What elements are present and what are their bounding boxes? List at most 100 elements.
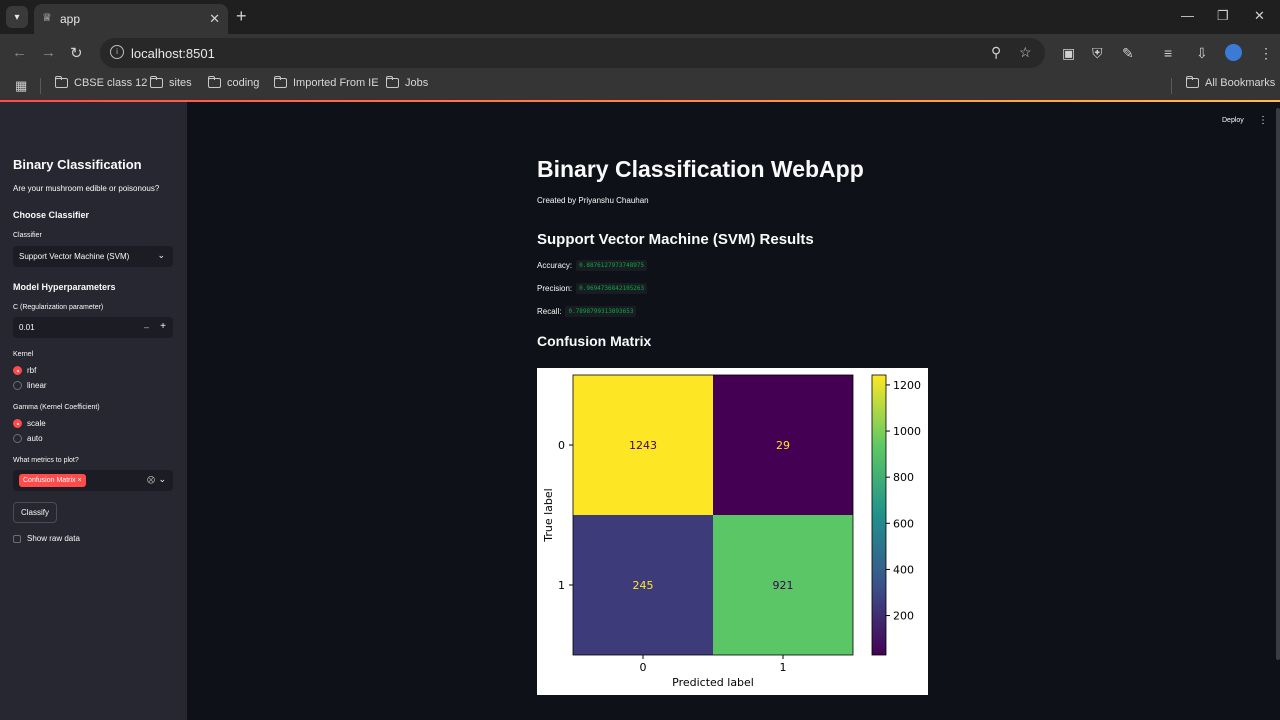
gamma-option-auto[interactable]: auto (13, 434, 43, 443)
increment-button[interactable]: + (160, 321, 166, 332)
bookmark-separator (40, 78, 41, 94)
radio-icon (13, 434, 22, 443)
address-bar[interactable]: i localhost:8501 ⚲ ☆ (100, 38, 1045, 68)
bookmark-imported[interactable]: Imported From IE (274, 76, 379, 89)
minimize-icon[interactable]: — (1181, 8, 1194, 23)
recall-value: 0.7898799313893653 (565, 306, 637, 317)
clear-icon[interactable]: ⨂ (147, 475, 155, 484)
y-axis-label: True label (542, 488, 555, 542)
confusion-matrix-svg: 1243 29 245 921 0 1 0 1 Predicted label True labe… (542, 374, 921, 689)
x-tick-label: 1 (780, 661, 787, 674)
cell-value-label: 29 (776, 439, 790, 452)
colorbar-tick-label: 400 (893, 563, 914, 576)
apps-grid-icon[interactable]: ▦ (15, 78, 27, 94)
gamma-label: Gamma (Kernel Coefficient) (13, 404, 100, 411)
cell-value-label: 921 (773, 579, 794, 592)
metrics-multiselect[interactable]: Confusion Matrix × ⨂ ⌄ (13, 470, 173, 491)
site-info-icon[interactable]: i (110, 45, 124, 59)
bookmark-jobs[interactable]: Jobs (386, 76, 428, 89)
chevron-down-icon[interactable]: ⌄ (158, 474, 166, 485)
extensions-icon[interactable]: ✎ (1122, 45, 1134, 62)
browser-toolbar: ← → ↻ i localhost:8501 ⚲ ☆ ▣ ⛨ ✎ ≡ ⇩ ⋮ (0, 34, 1280, 72)
close-window-icon[interactable]: ✕ (1254, 8, 1265, 24)
precision-metric: Precision: 0.9694736842105263 (537, 283, 648, 294)
bookmark-sites[interactable]: sites (150, 76, 192, 89)
c-param-input[interactable]: 0.01 – + (13, 317, 173, 338)
classifier-value: Support Vector Machine (SVM) (19, 252, 130, 261)
y-tick-label: 0 (558, 439, 565, 452)
gamma-option-scale[interactable]: scale (13, 419, 46, 428)
url-text: localhost:8501 (131, 46, 215, 61)
folder-icon (274, 76, 287, 88)
checkbox-icon (13, 534, 21, 543)
close-tab-icon[interactable]: ✕ (209, 11, 220, 27)
new-tab-icon[interactable]: + (236, 6, 247, 27)
confusion-matrix-heading: Confusion Matrix (537, 333, 652, 349)
page-title: Binary Classification WebApp (537, 156, 864, 182)
sidebar: Binary Classification Are your mushroom … (0, 102, 187, 720)
recall-metric: Recall: 0.7898799313893653 (537, 306, 637, 317)
back-icon[interactable]: ← (12, 44, 27, 61)
radio-selected-icon (13, 366, 22, 375)
colorbar-tick-label: 800 (893, 471, 914, 484)
folder-icon (208, 76, 221, 88)
main-menu-icon[interactable]: ⋮ (1258, 115, 1268, 126)
cell-value-label: 1243 (629, 439, 657, 452)
c-param-label: C (Regularization parameter) (13, 304, 104, 311)
radio-icon (13, 381, 22, 390)
x-axis-label: Predicted label (672, 676, 754, 689)
folder-icon (386, 76, 399, 88)
x-tick-label: 0 (640, 661, 647, 674)
accuracy-metric: Accuracy: 0.8876127973748975 (537, 260, 648, 271)
c-param-value: 0.01 (19, 323, 35, 332)
results-heading: Support Vector Machine (SVM) Results (537, 231, 814, 248)
header-accent-line (0, 100, 1280, 102)
download-icon[interactable]: ⇩ (1196, 45, 1208, 62)
sidebar-title: Binary Classification (13, 157, 142, 172)
colorbar (871, 374, 887, 656)
classify-button[interactable]: Classify (13, 502, 58, 523)
bookmark-cbse[interactable]: CBSE class 12 (55, 76, 147, 89)
browser-tab-bar: ▾ ♕ app ✕ + — ❐ ✕ (0, 0, 1280, 34)
confusion-matrix-plot: 1243 29 245 921 0 1 0 1 Predicted label True labe… (537, 368, 928, 695)
deploy-button[interactable]: Deploy (1222, 117, 1244, 124)
precision-value: 0.9694736842105263 (576, 283, 648, 294)
media-icon[interactable]: ≡ (1164, 45, 1172, 61)
kernel-option-rbf[interactable]: rbf (13, 366, 36, 375)
restore-icon[interactable]: ❐ (1217, 8, 1229, 24)
y-tick-label: 1 (558, 579, 565, 592)
browser-tab[interactable]: ♕ app ✕ (34, 4, 228, 34)
streamlit-favicon-icon: ♕ (42, 12, 52, 24)
scrollbar[interactable] (1276, 108, 1280, 660)
show-raw-data-checkbox[interactable]: Show raw data (13, 534, 80, 543)
kernel-option-linear[interactable]: linear (13, 381, 47, 390)
folder-icon (1186, 76, 1199, 88)
colorbar-tick-label: 200 (893, 610, 914, 623)
shield-extension-icon[interactable]: ⛨ (1092, 45, 1103, 62)
kernel-label: Kernel (13, 351, 34, 358)
folder-icon (55, 76, 68, 88)
zoom-icon[interactable]: ⚲ (991, 44, 1001, 61)
classifier-label: Classifier (13, 232, 42, 239)
classifier-select[interactable]: Support Vector Machine (SVM) ⌄ (13, 246, 173, 267)
remove-chip-icon[interactable]: × (77, 477, 81, 484)
reload-icon[interactable]: ↻ (70, 44, 83, 62)
metric-chip[interactable]: Confusion Matrix × (19, 474, 86, 487)
chevron-down-icon: ⌄ (157, 250, 165, 260)
metrics-label: What metrics to plot? (13, 457, 79, 464)
colorbar-tick-label: 1000 (893, 425, 921, 438)
tab-search-icon[interactable]: ▾ (6, 6, 28, 28)
forward-icon[interactable]: → (41, 44, 56, 61)
bookmark-star-icon[interactable]: ☆ (1019, 44, 1032, 61)
profile-avatar[interactable] (1225, 44, 1242, 61)
accuracy-value: 0.8876127973748975 (576, 260, 648, 271)
choose-classifier-heading: Choose Classifier (13, 210, 90, 220)
browser-menu-icon[interactable]: ⋮ (1259, 45, 1273, 62)
hyperparameters-heading: Model Hyperparameters (13, 282, 116, 292)
decrement-button[interactable]: – (144, 322, 149, 332)
colorbar-tick-label: 600 (893, 517, 914, 530)
bookmark-coding[interactable]: coding (208, 76, 259, 89)
sidebar-subtitle: Are your mushroom edible or poisonous? (13, 184, 160, 193)
cast-extension-icon[interactable]: ▣ (1062, 45, 1075, 62)
all-bookmarks[interactable]: All Bookmarks (1186, 76, 1275, 89)
